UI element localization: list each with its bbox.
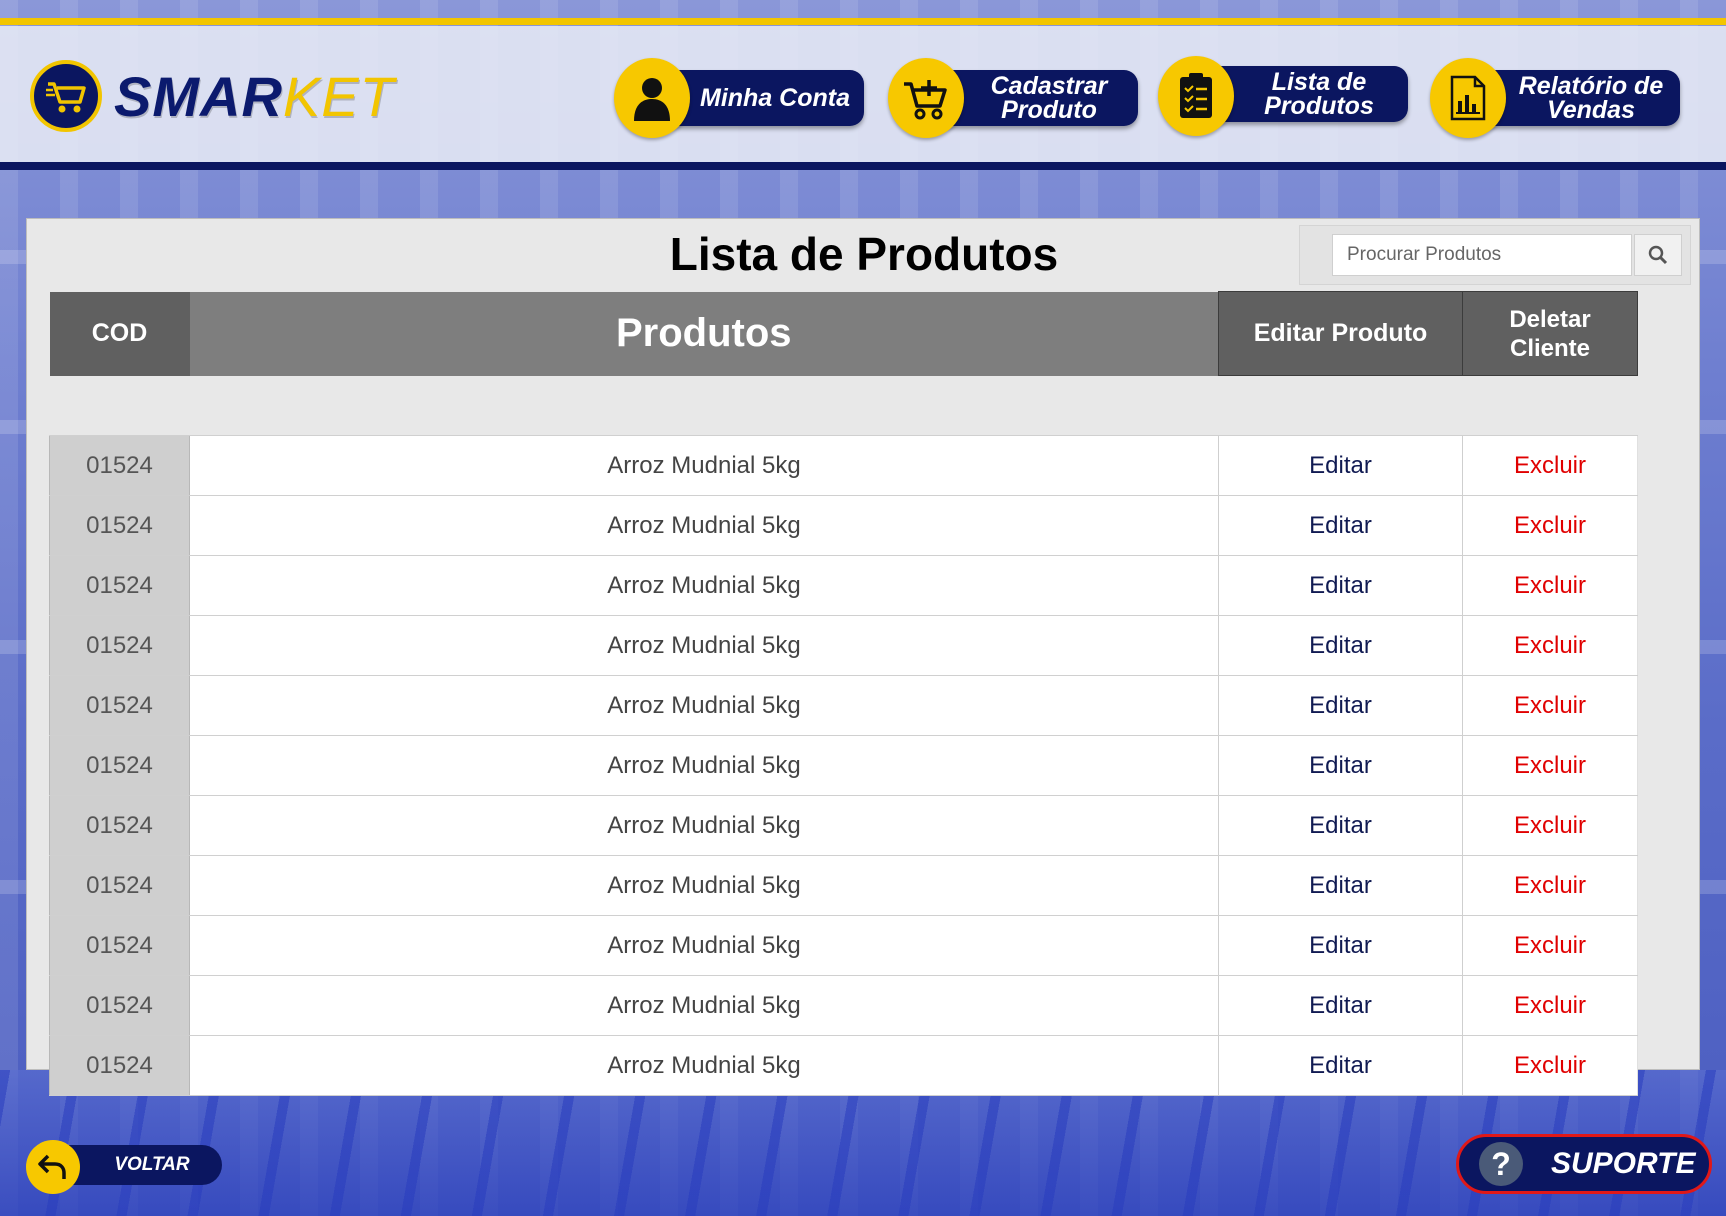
table-row: 01524 Arroz Mudnial 5kg Editar Excluir [49,1035,1638,1096]
excluir-link[interactable]: Excluir [1462,435,1638,496]
table-row: 01524 Arroz Mudnial 5kg Editar Excluir [49,735,1638,796]
editar-link[interactable]: Editar [1218,495,1463,556]
nav-cadastrar-produto-button[interactable]: Cadastrar Produto [888,56,1138,140]
cell-produto: Arroz Mudnial 5kg [189,615,1219,676]
app-logo[interactable]: SMARKET [30,58,395,134]
table-row: 01524 Arroz Mudnial 5kg Editar Excluir [49,495,1638,556]
cell-cod: 01524 [49,735,190,796]
table-row: 01524 Arroz Mudnial 5kg Editar Excluir [49,435,1638,496]
cell-produto: Arroz Mudnial 5kg [189,1035,1219,1096]
table-row: 01524 Arroz Mudnial 5kg Editar Excluir [49,615,1638,676]
table-row: 01524 Arroz Mudnial 5kg Editar Excluir [49,675,1638,736]
editar-link[interactable]: Editar [1218,855,1463,916]
editar-link[interactable]: Editar [1218,795,1463,856]
table-row: 01524 Arroz Mudnial 5kg Editar Excluir [49,795,1638,856]
search-input[interactable] [1332,234,1632,276]
cell-cod: 01524 [49,435,190,496]
excluir-link[interactable]: Excluir [1462,1035,1638,1096]
table-row: 01524 Arroz Mudnial 5kg Editar Excluir [49,855,1638,916]
excluir-link[interactable]: Excluir [1462,855,1638,916]
cell-produto: Arroz Mudnial 5kg [189,675,1219,736]
editar-link[interactable]: Editar [1218,915,1463,976]
cart-add-icon [888,58,964,138]
cell-produto: Arroz Mudnial 5kg [189,855,1219,916]
cell-cod: 01524 [49,1035,190,1096]
products-table: COD Produtos Editar Produto Deletar Clien… [49,291,1638,1096]
search-bar [1299,225,1691,285]
excluir-link[interactable]: Excluir [1462,675,1638,736]
header-accent-line [0,18,1726,25]
excluir-link[interactable]: Excluir [1462,555,1638,616]
table-row: 01524 Arroz Mudnial 5kg Editar Excluir [49,915,1638,976]
report-chart-icon [1430,58,1506,138]
cell-produto: Arroz Mudnial 5kg [189,735,1219,796]
excluir-link[interactable]: Excluir [1462,735,1638,796]
search-button[interactable] [1634,234,1682,276]
header-cod: COD [49,291,190,376]
shopping-cart-icon [30,60,102,132]
cell-cod: 01524 [49,555,190,616]
clipboard-list-icon [1158,56,1234,136]
question-icon: ? [1479,1142,1523,1186]
nav-minha-conta-button[interactable]: Minha Conta [614,56,864,140]
cell-cod: 01524 [49,675,190,736]
cell-cod: 01524 [49,795,190,856]
table-spacer [49,375,1638,436]
table-row: 01524 Arroz Mudnial 5kg Editar Excluir [49,555,1638,616]
support-label: SUPORTE [1551,1147,1696,1180]
undo-arrow-icon [26,1140,80,1194]
back-button[interactable]: VOLTAR [26,1140,222,1196]
table-row: 01524 Arroz Mudnial 5kg Editar Excluir [49,975,1638,1036]
cell-produto: Arroz Mudnial 5kg [189,795,1219,856]
excluir-link[interactable]: Excluir [1462,795,1638,856]
excluir-link[interactable]: Excluir [1462,915,1638,976]
excluir-link[interactable]: Excluir [1462,615,1638,676]
excluir-link[interactable]: Excluir [1462,975,1638,1036]
cell-produto: Arroz Mudnial 5kg [189,975,1219,1036]
editar-link[interactable]: Editar [1218,555,1463,616]
editar-link[interactable]: Editar [1218,975,1463,1036]
search-icon [1648,245,1668,265]
editar-link[interactable]: Editar [1218,1035,1463,1096]
nav-relatorio-vendas-button[interactable]: Relatório de Vendas [1430,56,1680,140]
cell-produto: Arroz Mudnial 5kg [189,915,1219,976]
cell-cod: 01524 [49,915,190,976]
editar-link[interactable]: Editar [1218,435,1463,496]
header-editar-produto: Editar Produto [1218,291,1463,376]
user-icon [614,58,690,138]
cell-cod: 01524 [49,615,190,676]
cell-cod: 01524 [49,975,190,1036]
header-divider [0,162,1726,170]
editar-link[interactable]: Editar [1218,735,1463,796]
header-deletar-cliente: Deletar Cliente [1462,291,1638,376]
product-list-panel: Lista de Produtos COD Produtos Editar Pr… [26,218,1700,1096]
logo-wordmark: SMARKET [114,64,395,128]
excluir-link[interactable]: Excluir [1462,495,1638,556]
editar-link[interactable]: Editar [1218,675,1463,736]
cell-produto: Arroz Mudnial 5kg [189,495,1219,556]
nav-lista-produtos-button[interactable]: Lista de Produtos [1158,56,1408,140]
header-produtos: Produtos [189,291,1219,376]
editar-link[interactable]: Editar [1218,615,1463,676]
cell-produto: Arroz Mudnial 5kg [189,555,1219,616]
cell-cod: 01524 [49,855,190,916]
cell-cod: 01524 [49,495,190,556]
table-header-row: COD Produtos Editar Produto Deletar Clien… [49,291,1638,376]
support-button[interactable]: ? SUPORTE [1456,1134,1712,1194]
cell-produto: Arroz Mudnial 5kg [189,435,1219,496]
